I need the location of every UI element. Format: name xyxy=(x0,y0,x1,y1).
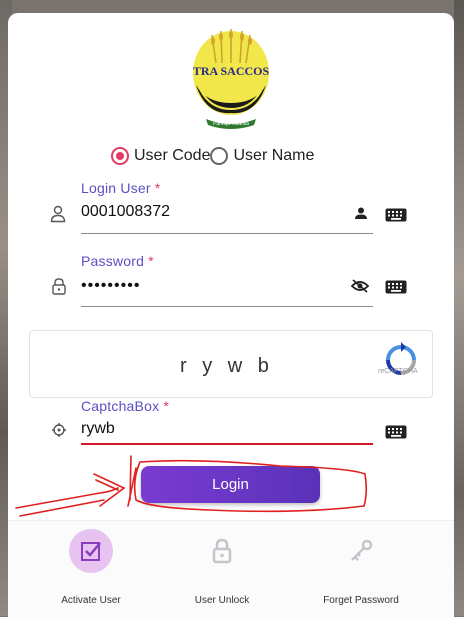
login-user-field: Login User * xyxy=(81,180,373,236)
nav-user-unlock-label: User Unlock xyxy=(194,595,250,606)
nav-user-unlock[interactable]: User Unlock xyxy=(162,529,282,606)
login-button[interactable]: Login xyxy=(141,466,320,503)
nav-activate-user[interactable]: Activate User xyxy=(31,529,151,606)
required-mark: * xyxy=(148,253,154,269)
password-field: Password * xyxy=(81,253,373,309)
password-label: Password * xyxy=(81,253,373,269)
tra-saccos-logo: TRA SACCOS Pamoja Tutafika xyxy=(193,29,270,129)
password-input[interactable] xyxy=(81,277,341,295)
login-user-label: Login User * xyxy=(81,180,373,196)
lock-icon xyxy=(212,538,232,564)
keyboard-icon[interactable] xyxy=(385,280,407,294)
captcha-verify-icon xyxy=(52,423,66,437)
nav-forget-password[interactable]: Forget Password xyxy=(301,529,421,606)
forget-password-icon-wrap[interactable] xyxy=(339,529,383,573)
radio-user-code[interactable]: User Code xyxy=(111,147,210,165)
login-user-underline xyxy=(81,233,373,234)
user-unlock-icon-wrap[interactable] xyxy=(200,529,244,573)
logo-text: TRA SACCOS xyxy=(193,64,270,78)
recaptcha-label: reCAPTCHA xyxy=(378,368,418,375)
required-mark: * xyxy=(154,180,161,196)
captcha-image-box: r y w b reCAPTCHA xyxy=(29,330,433,398)
login-user-label-text: Login User xyxy=(81,180,151,196)
required-mark: * xyxy=(163,398,170,414)
login-type-radio-group: User Code User Name xyxy=(111,144,314,168)
nav-forget-password-label: Forget Password xyxy=(323,595,399,606)
background-right xyxy=(454,0,464,616)
keyboard-icon[interactable] xyxy=(385,425,407,439)
login-user-input[interactable] xyxy=(81,203,341,221)
keyboard-icon[interactable] xyxy=(385,208,407,222)
key-icon xyxy=(351,539,373,561)
checkbox-icon xyxy=(81,542,101,561)
visibility-off-icon[interactable] xyxy=(351,279,369,293)
password-label-text: Password xyxy=(81,253,145,269)
captcha-field: CaptchaBox * xyxy=(81,398,373,448)
login-card: TRA SACCOS Pamoja Tutafika User Code Use… xyxy=(8,13,454,617)
captcha-underline xyxy=(81,443,373,445)
password-underline xyxy=(81,306,373,307)
radio-user-name-label: User Name xyxy=(233,147,315,164)
captcha-label: CaptchaBox * xyxy=(81,398,373,414)
logo-tagline: Pamoja Tutafika xyxy=(213,121,249,127)
radio-user-code-circle[interactable] xyxy=(111,147,129,165)
radio-user-name-circle[interactable] xyxy=(210,147,229,165)
person-icon[interactable] xyxy=(352,206,370,220)
captcha-text: r y w b xyxy=(180,355,274,377)
nav-activate-user-label: Activate User xyxy=(61,595,121,606)
lock-outline-icon xyxy=(52,278,66,295)
radio-user-code-label: User Code xyxy=(134,147,211,164)
radio-user-name[interactable]: User Name xyxy=(210,147,314,165)
bottom-nav: Activate User User Unlock Forget Passwor… xyxy=(8,520,454,617)
person-outline-icon xyxy=(50,205,66,223)
activate-user-icon-wrap[interactable] xyxy=(69,529,113,573)
captcha-input[interactable] xyxy=(81,420,341,438)
captcha-label-text: CaptchaBox xyxy=(81,398,160,414)
